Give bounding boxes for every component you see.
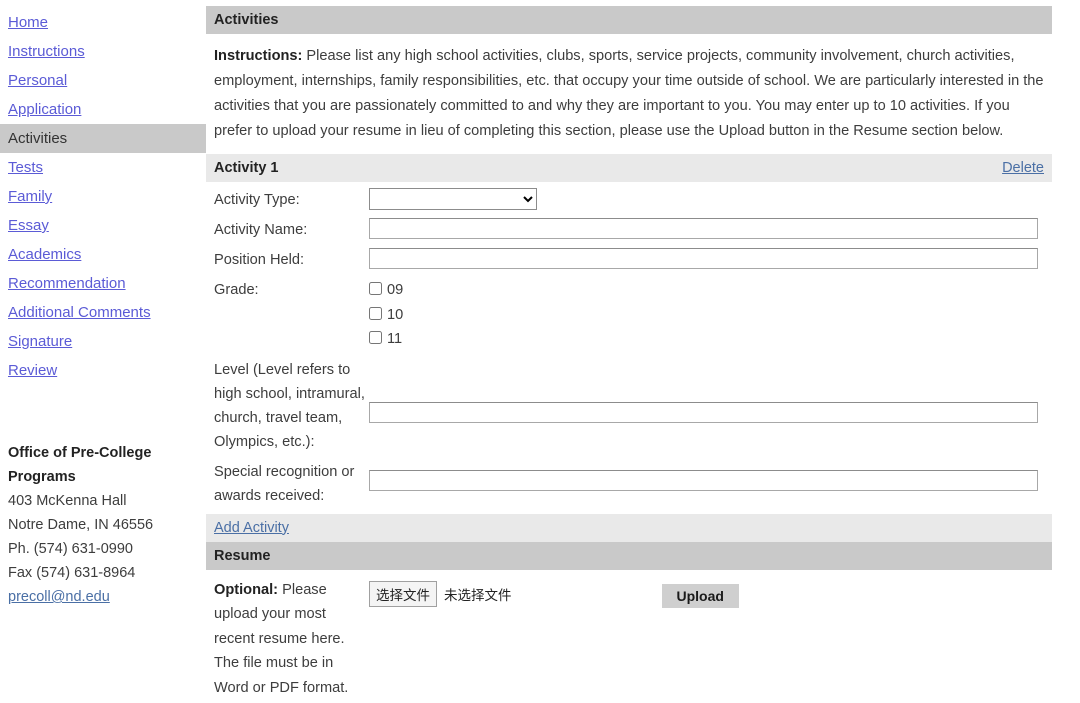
no-file-selected-text: 未选择文件 xyxy=(444,588,512,603)
grade-09-checkbox-input[interactable] xyxy=(369,282,382,295)
sidebar-item-essay[interactable]: Essay xyxy=(0,211,206,240)
contact-address-block: Office of Pre-College Programs 403 McKen… xyxy=(0,441,206,609)
grade-checkbox-10[interactable]: 10 xyxy=(369,303,1038,328)
sidebar-item-tests[interactable]: Tests xyxy=(0,153,206,182)
sidebar-item-instructions[interactable]: Instructions xyxy=(0,37,206,66)
grade-checkbox-09[interactable]: 09 xyxy=(369,278,1038,303)
grade-checkbox-11[interactable]: 11 xyxy=(369,327,1038,352)
instructions-label: Instructions: xyxy=(214,48,303,64)
sidebar-item-activities[interactable]: Activities xyxy=(0,124,206,153)
position-held-label: Position Held: xyxy=(214,252,305,268)
grade-10-checkbox-input[interactable] xyxy=(369,306,382,320)
grade-11-checkbox-input[interactable] xyxy=(369,331,382,344)
activity-type-field xyxy=(369,188,1052,210)
level-field xyxy=(369,358,1052,423)
awards-row: Special recognition or awards received: xyxy=(206,460,1052,508)
address-street: 403 McKenna Hall xyxy=(8,493,127,509)
activity-1-title: Activity 1 xyxy=(214,160,279,176)
sidebar-item-recommendation[interactable]: Recommendation xyxy=(0,269,206,298)
activity-1-form: Activity Type: Activity Name: Position H… xyxy=(206,182,1052,508)
activity-type-row: Activity Type: xyxy=(206,188,1052,212)
resume-optional-body: Please upload your most recent resume he… xyxy=(214,581,349,696)
office-name-line2: Programs xyxy=(8,469,76,485)
activity-name-field xyxy=(369,218,1052,239)
grade-row: Grade: 09 10 11 xyxy=(206,278,1052,352)
sidebar-item-home[interactable]: Home xyxy=(0,8,206,37)
awards-field xyxy=(369,460,1052,491)
activities-section-header: Activities xyxy=(206,6,1052,34)
address-email-link[interactable]: precoll@nd.edu xyxy=(8,589,110,605)
delete-activity-link[interactable]: Delete xyxy=(1002,160,1044,176)
resume-section-header: Resume xyxy=(206,541,1052,570)
grade-label: Grade: xyxy=(214,282,259,298)
activity-1-header-bar: Activity 1 Delete xyxy=(206,154,1052,182)
level-label: Level (Level refers to high school, intr… xyxy=(214,361,365,450)
sidebar-item-additional-comments[interactable]: Additional Comments xyxy=(0,298,206,327)
add-activity-link[interactable]: Add Activity xyxy=(214,520,289,536)
position-held-row: Position Held: xyxy=(206,248,1052,272)
level-row: Level (Level refers to high school, intr… xyxy=(206,358,1052,454)
position-held-input[interactable] xyxy=(369,248,1038,269)
sidebar-item-family[interactable]: Family xyxy=(0,182,206,211)
sidebar-item-personal[interactable]: Personal xyxy=(0,66,206,95)
grade-checkbox-group: 09 10 11 xyxy=(369,278,1052,352)
activity-name-label: Activity Name: xyxy=(214,222,308,238)
activity-type-label: Activity Type: xyxy=(214,192,300,208)
address-phone: Ph. (574) 631-0990 xyxy=(8,541,133,557)
resume-optional-text: Optional: Please upload your most recent… xyxy=(206,578,369,701)
address-fax: Fax (574) 631-8964 xyxy=(8,565,136,581)
sidebar-item-application[interactable]: Application xyxy=(0,95,206,124)
sidebar-item-signature[interactable]: Signature xyxy=(0,327,206,356)
instructions-body: Please list any high school activities, … xyxy=(214,48,1044,139)
choose-file-button[interactable]: 选择文件 xyxy=(369,581,437,607)
grade-10-label: 10 xyxy=(387,306,404,323)
sidebar-item-review[interactable]: Review xyxy=(0,356,206,385)
sidebar: Home Instructions Personal Application A… xyxy=(0,0,206,609)
activity-name-row: Activity Name: xyxy=(206,218,1052,242)
grade-09-label: 09 xyxy=(387,282,404,298)
office-name-line1: Office of Pre-College xyxy=(8,445,152,461)
file-input-group[interactable]: 选择文件 未选择文件 Upload xyxy=(369,578,739,608)
resume-upload-row: Optional: Please upload your most recent… xyxy=(206,570,1052,701)
level-input[interactable] xyxy=(369,401,1038,423)
activity-type-select[interactable] xyxy=(369,188,537,210)
upload-button[interactable]: Upload xyxy=(661,583,739,608)
position-held-field xyxy=(369,248,1052,269)
awards-label: Special recognition or awards received: xyxy=(214,463,355,504)
sidebar-item-academics[interactable]: Academics xyxy=(0,240,206,269)
resume-optional-label: Optional: xyxy=(214,581,279,598)
page-container: Home Instructions Personal Application A… xyxy=(0,0,1080,700)
grade-11-label: 11 xyxy=(387,331,403,347)
instructions-paragraph: Instructions: Please list any high schoo… xyxy=(206,34,1052,154)
add-activity-bar: Add Activity xyxy=(206,513,1052,542)
activity-name-input[interactable] xyxy=(369,218,1038,239)
address-city-state-zip: Notre Dame, IN 46556 xyxy=(8,517,154,533)
awards-input[interactable] xyxy=(369,469,1038,491)
main-content: Activities Instructions: Please list any… xyxy=(206,0,1052,700)
